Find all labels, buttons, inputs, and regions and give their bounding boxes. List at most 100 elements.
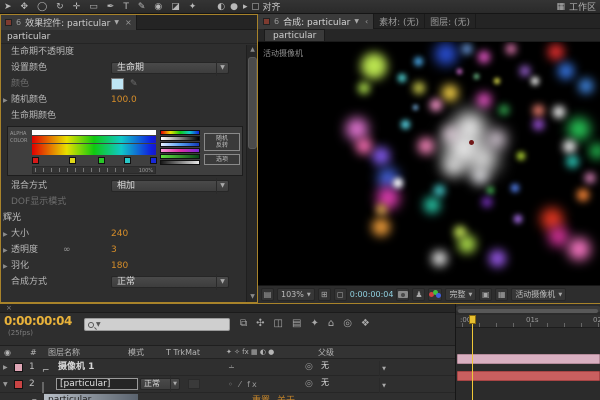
- zoom-tool-icon[interactable]: ◯: [37, 1, 47, 13]
- gradient-stop[interactable]: [149, 157, 157, 164]
- gradient-preset-0[interactable]: [160, 130, 200, 135]
- time-ruler[interactable]: :00s01s02s: [456, 315, 600, 328]
- trkmat-header[interactable]: T TrkMat: [166, 346, 200, 359]
- viewer-timecode[interactable]: 0:00:00:04: [350, 290, 394, 299]
- timeline-icon-1[interactable]: ✣: [256, 318, 264, 329]
- workspace-label[interactable]: 工作区: [569, 0, 596, 13]
- gradient-stop[interactable]: [97, 157, 105, 164]
- tab-prev-icon[interactable]: ‹: [365, 17, 368, 26]
- region-of-interest-icon[interactable]: ▣: [479, 288, 493, 301]
- effect-controls-tab[interactable]: 6 效果控件: particular ▼ ×: [1, 14, 137, 30]
- scrollbar-thumb[interactable]: [248, 57, 257, 149]
- parent-dropdown[interactable]: 无 ▼: [318, 378, 388, 395]
- color-over-life-gradient[interactable]: ALPHA COLOR 100% 随机 反转 选项: [7, 126, 243, 176]
- hand-tool-icon[interactable]: ✥: [21, 1, 29, 13]
- magnification-dropdown[interactable]: 103% ▼: [277, 288, 315, 301]
- gradient-options-button[interactable]: 选项: [204, 154, 240, 165]
- parent-header[interactable]: 父级: [318, 346, 334, 359]
- timeline-search-input[interactable]: ▼: [84, 318, 230, 331]
- timeline-icon-7[interactable]: ❖: [361, 318, 370, 329]
- trkmat-box[interactable]: [188, 379, 200, 389]
- show-snapshot-icon[interactable]: ♟: [412, 288, 426, 301]
- layer-name-header[interactable]: 图层名称: [48, 346, 80, 359]
- show-channels-icon[interactable]: [428, 288, 443, 301]
- twirl-icon[interactable]: ▶: [3, 93, 8, 109]
- timeline-icon-3[interactable]: ▤: [292, 318, 301, 329]
- always-preview-icon[interactable]: ▤: [261, 288, 274, 301]
- brush-tool-icon[interactable]: ✎: [138, 1, 146, 13]
- puppet-pin-tool-icon[interactable]: ✦: [189, 1, 197, 13]
- resolution-dropdown[interactable]: 完整 ▼: [445, 288, 477, 301]
- scroll-down-icon[interactable]: ▼: [247, 292, 258, 302]
- parent-dropdown[interactable]: 无 ▼: [318, 361, 388, 378]
- orbit-camera-tool-icon[interactable]: ↻: [56, 1, 64, 13]
- expander-icon[interactable]: ▼: [32, 393, 37, 400]
- gradient-preset-5[interactable]: [160, 160, 200, 165]
- snap-icon-0[interactable]: ◐: [217, 1, 225, 13]
- layer-duration-bar-1[interactable]: [457, 354, 600, 364]
- gradient-stop[interactable]: [123, 157, 131, 164]
- time-navigator[interactable]: [456, 306, 600, 313]
- eyedropper-icon[interactable]: ✎: [130, 76, 138, 92]
- twirl-icon[interactable]: ▶: [3, 243, 8, 259]
- gradient-preset-2[interactable]: [160, 142, 200, 147]
- tab-menu-caret-icon[interactable]: ▼: [354, 18, 359, 25]
- scroll-up-icon[interactable]: ▲: [247, 45, 258, 55]
- parent-pickwhip-icon[interactable]: ◎: [305, 376, 313, 393]
- snap-checkbox[interactable]: [251, 3, 259, 10]
- snapshot-camera-icon[interactable]: [396, 288, 410, 301]
- expander-icon[interactable]: ▼: [3, 376, 8, 393]
- selection-tool-icon[interactable]: ➤: [4, 1, 12, 13]
- tab-close-icon[interactable]: ×: [125, 18, 132, 27]
- effect-name-header[interactable]: particular: [1, 30, 257, 44]
- snap-icon-1[interactable]: ●: [230, 1, 238, 13]
- property-value[interactable]: 240: [111, 226, 128, 242]
- layer-name[interactable]: 摄像机 1: [58, 359, 94, 376]
- timeline-tab-close-icon[interactable]: ×: [6, 304, 12, 312]
- parent-pickwhip-icon[interactable]: ◎: [305, 359, 313, 376]
- gradient-preset-3[interactable]: [160, 148, 200, 153]
- layer-duration-bar-2[interactable]: [457, 371, 600, 381]
- label-color-swatch[interactable]: [14, 380, 23, 389]
- effect-panel-scrollbar[interactable]: ▲ ▼: [246, 45, 257, 302]
- comp-mini-tab[interactable]: particular: [264, 29, 326, 41]
- pan-behind-tool-icon[interactable]: ✛: [73, 1, 81, 13]
- composition-viewport[interactable]: 活动摄像机: [258, 42, 600, 285]
- timeline-icon-0[interactable]: ⧉: [240, 318, 247, 329]
- gradient-stop[interactable]: [32, 157, 39, 164]
- property-dropdown[interactable]: 正常 ▼: [111, 274, 229, 290]
- effect-about-link[interactable]: 关于: [277, 393, 295, 400]
- gradient-preset-4[interactable]: [160, 154, 200, 159]
- twirl-icon[interactable]: ▶: [3, 259, 8, 275]
- property-dropdown[interactable]: 相加 ▼: [111, 178, 229, 194]
- track-area[interactable]: :00s01s02s: [455, 304, 600, 400]
- current-time-indicator[interactable]: [469, 315, 476, 400]
- viewer-tab-2[interactable]: 图层: (无): [425, 13, 476, 29]
- twirl-icon[interactable]: ▶: [3, 227, 8, 243]
- clone-stamp-tool-icon[interactable]: ◉: [154, 1, 162, 13]
- property-value[interactable]: 3: [111, 242, 117, 258]
- layer-name-input[interactable]: [particular]: [56, 378, 138, 390]
- effect-reset-link[interactable]: 重置: [252, 393, 270, 400]
- timeline-icon-5[interactable]: ⌂: [328, 318, 334, 329]
- color-swatch[interactable]: [111, 78, 124, 90]
- timeline-icon-4[interactable]: ✦: [310, 318, 318, 329]
- view-camera-dropdown[interactable]: 活动摄像机 ▼: [511, 288, 567, 301]
- layer-switches[interactable]: ◦ ⁄ fx: [228, 376, 259, 393]
- current-timecode[interactable]: 0:00:00:04: [4, 314, 72, 328]
- timeline-icon-2[interactable]: ◫: [274, 318, 283, 329]
- timeline-icon-6[interactable]: ◎: [343, 318, 352, 329]
- text-tool-icon[interactable]: T: [123, 1, 129, 13]
- gradient-randomize-button[interactable]: 随机 反转: [204, 133, 240, 151]
- viewer-tab-0[interactable]: 6 合成: particular ▼ ‹: [258, 13, 375, 29]
- expander-icon[interactable]: ▶: [3, 359, 8, 376]
- property-value[interactable]: 180: [111, 258, 128, 274]
- shape-tool-icon[interactable]: ▭: [89, 1, 98, 13]
- viewer-tab-1[interactable]: 素材: (无): [374, 13, 426, 29]
- gradient-preset-1[interactable]: [160, 136, 200, 141]
- snap-icon-2[interactable]: ▸: [243, 1, 248, 13]
- property-value[interactable]: 100.0: [111, 92, 137, 108]
- label-color-swatch[interactable]: [14, 363, 23, 372]
- effect-name-selected[interactable]: particular: [44, 394, 138, 400]
- gradient-rgb-bar[interactable]: [32, 136, 156, 143]
